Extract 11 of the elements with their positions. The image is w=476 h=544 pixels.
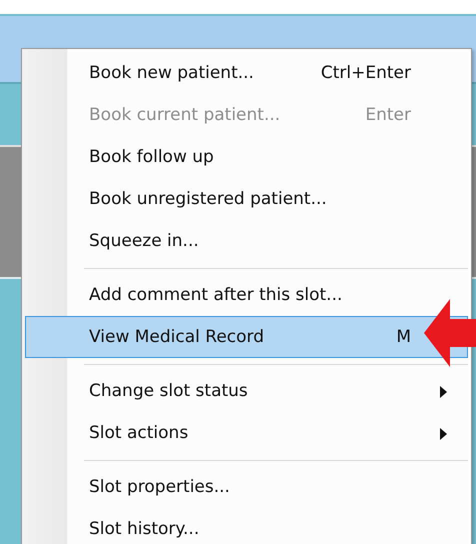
menu-item[interactable]: Book unregistered patient... <box>25 178 468 220</box>
arrow-icon <box>424 299 476 367</box>
menu-item[interactable]: Add comment after this slot... <box>25 274 468 316</box>
menu-item[interactable]: Slot actions <box>25 412 468 454</box>
menu-item[interactable]: Slot properties... <box>25 466 468 508</box>
menu-item[interactable]: View Medical Record M <box>25 316 468 358</box>
menu-item[interactable]: Slot history... <box>25 508 468 544</box>
menu-item[interactable]: Book new patient... Ctrl+Enter <box>25 52 468 94</box>
menu-item[interactable]: Book follow up <box>25 136 468 178</box>
menu-item[interactable]: Change slot status <box>25 370 468 412</box>
menu-item[interactable]: Squeeze in... <box>25 220 468 262</box>
